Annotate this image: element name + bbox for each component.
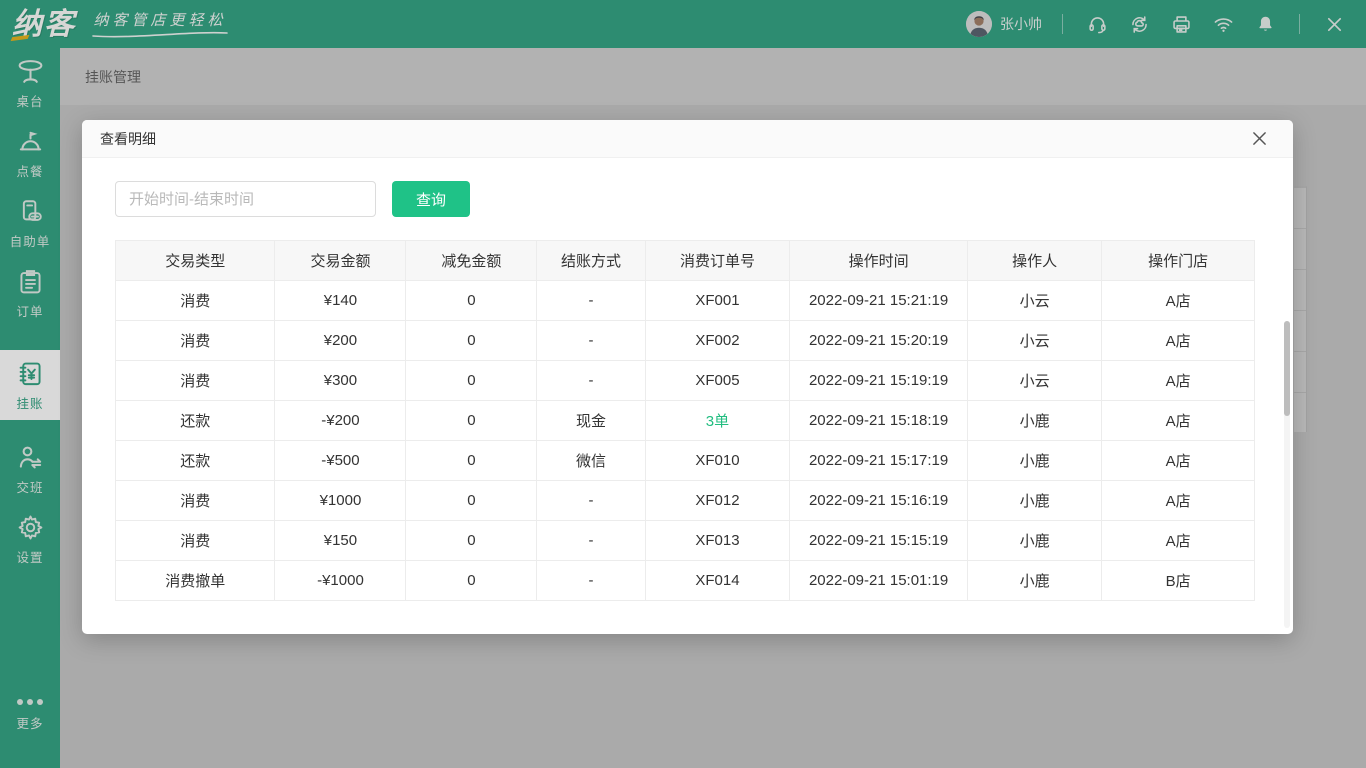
- column-header: 减免金额: [406, 241, 537, 281]
- cell-time: 2022-09-21 15:21:19: [790, 281, 968, 321]
- cell-store: A店: [1102, 401, 1255, 441]
- cell-amount: ¥150: [275, 521, 406, 561]
- cell-order_no: XF010: [645, 441, 790, 481]
- cell-order_no: XF002: [645, 321, 790, 361]
- cell-type: 消费撤单: [116, 561, 275, 601]
- table-row: 消费¥10000-XF0122022-09-21 15:16:19小鹿A店: [116, 481, 1255, 521]
- cell-store: A店: [1102, 281, 1255, 321]
- cell-type: 消费: [116, 361, 275, 401]
- close-icon[interactable]: [1248, 127, 1271, 150]
- table-row: 消费¥1400-XF0012022-09-21 15:21:19小云A店: [116, 281, 1255, 321]
- cell-order_no: XF005: [645, 361, 790, 401]
- cell-method: 现金: [537, 401, 645, 441]
- cell-type: 消费: [116, 281, 275, 321]
- cell-discount: 0: [406, 401, 537, 441]
- cell-discount: 0: [406, 321, 537, 361]
- cell-amount: ¥200: [275, 321, 406, 361]
- cell-discount: 0: [406, 361, 537, 401]
- modal-body: 查询 交易类型交易金额减免金额结账方式消费订单号操作时间操作人操作门店 消费¥1…: [82, 158, 1293, 601]
- search-row: 查询: [115, 181, 1293, 217]
- table-row: 消费¥3000-XF0052022-09-21 15:19:19小云A店: [116, 361, 1255, 401]
- cell-discount: 0: [406, 441, 537, 481]
- table-row: 消费¥1500-XF0132022-09-21 15:15:19小鹿A店: [116, 521, 1255, 561]
- cell-operator: 小鹿: [967, 401, 1101, 441]
- modal-title: 查看明细: [100, 129, 156, 149]
- cell-store: A店: [1102, 321, 1255, 361]
- cell-time: 2022-09-21 15:16:19: [790, 481, 968, 521]
- cell-method: -: [537, 361, 645, 401]
- column-header: 操作门店: [1102, 241, 1255, 281]
- cell-operator: 小鹿: [967, 521, 1101, 561]
- cell-store: B店: [1102, 561, 1255, 601]
- cell-time: 2022-09-21 15:20:19: [790, 321, 968, 361]
- cell-store: A店: [1102, 441, 1255, 481]
- table-row: 消费撤单-¥10000-XF0142022-09-21 15:01:19小鹿B店: [116, 561, 1255, 601]
- query-button[interactable]: 查询: [392, 181, 470, 217]
- view-details-modal: 查看明细 查询 交易类型交易金额减免金额结账方式消费订单号操作时间操作人操作门店…: [82, 120, 1293, 634]
- cell-method: -: [537, 321, 645, 361]
- column-header: 消费订单号: [645, 241, 790, 281]
- cell-store: A店: [1102, 521, 1255, 561]
- table-row: 还款-¥5000微信XF0102022-09-21 15:17:19小鹿A店: [116, 441, 1255, 481]
- column-header: 操作时间: [790, 241, 968, 281]
- cell-time: 2022-09-21 15:17:19: [790, 441, 968, 481]
- order-detail-link[interactable]: 3单: [706, 413, 729, 430]
- date-range-input[interactable]: [115, 181, 376, 217]
- cell-discount: 0: [406, 281, 537, 321]
- cell-amount: ¥1000: [275, 481, 406, 521]
- cell-operator: 小云: [967, 321, 1101, 361]
- cell-type: 消费: [116, 521, 275, 561]
- cell-type: 还款: [116, 441, 275, 481]
- cell-method: -: [537, 521, 645, 561]
- column-header: 交易金额: [275, 241, 406, 281]
- cell-order_no: 3单: [645, 401, 790, 441]
- cell-amount: ¥300: [275, 361, 406, 401]
- cell-discount: 0: [406, 561, 537, 601]
- cell-type: 消费: [116, 321, 275, 361]
- transactions-table: 交易类型交易金额减免金额结账方式消费订单号操作时间操作人操作门店 消费¥1400…: [115, 240, 1255, 601]
- cell-operator: 小鹿: [967, 481, 1101, 521]
- cell-time: 2022-09-21 15:15:19: [790, 521, 968, 561]
- cell-time: 2022-09-21 15:18:19: [790, 401, 968, 441]
- table-scrollbar[interactable]: [1284, 321, 1290, 628]
- cell-store: A店: [1102, 361, 1255, 401]
- column-header: 操作人: [967, 241, 1101, 281]
- cell-type: 消费: [116, 481, 275, 521]
- cell-operator: 小鹿: [967, 441, 1101, 481]
- cell-time: 2022-09-21 15:19:19: [790, 361, 968, 401]
- cell-order_no: XF014: [645, 561, 790, 601]
- column-header: 结账方式: [537, 241, 645, 281]
- cell-order_no: XF001: [645, 281, 790, 321]
- cell-amount: -¥1000: [275, 561, 406, 601]
- cell-amount: -¥200: [275, 401, 406, 441]
- cell-order_no: XF012: [645, 481, 790, 521]
- cell-operator: 小云: [967, 361, 1101, 401]
- cell-type: 还款: [116, 401, 275, 441]
- cell-operator: 小鹿: [967, 561, 1101, 601]
- table-row: 消费¥2000-XF0022022-09-21 15:20:19小云A店: [116, 321, 1255, 361]
- column-header: 交易类型: [116, 241, 275, 281]
- cell-operator: 小云: [967, 281, 1101, 321]
- cell-order_no: XF013: [645, 521, 790, 561]
- cell-discount: 0: [406, 521, 537, 561]
- cell-store: A店: [1102, 481, 1255, 521]
- app-window: 纳客 纳客管店更轻松 张小帅: [0, 0, 1366, 768]
- cell-amount: ¥140: [275, 281, 406, 321]
- cell-method: -: [537, 481, 645, 521]
- table-row: 还款-¥2000现金 3单 2022-09-21 15:18:19小鹿A店: [116, 401, 1255, 441]
- cell-discount: 0: [406, 481, 537, 521]
- cell-method: -: [537, 561, 645, 601]
- cell-method: -: [537, 281, 645, 321]
- cell-method: 微信: [537, 441, 645, 481]
- cell-time: 2022-09-21 15:01:19: [790, 561, 968, 601]
- scrollbar-thumb[interactable]: [1284, 321, 1290, 416]
- cell-amount: -¥500: [275, 441, 406, 481]
- modal-header: 查看明细: [82, 120, 1293, 158]
